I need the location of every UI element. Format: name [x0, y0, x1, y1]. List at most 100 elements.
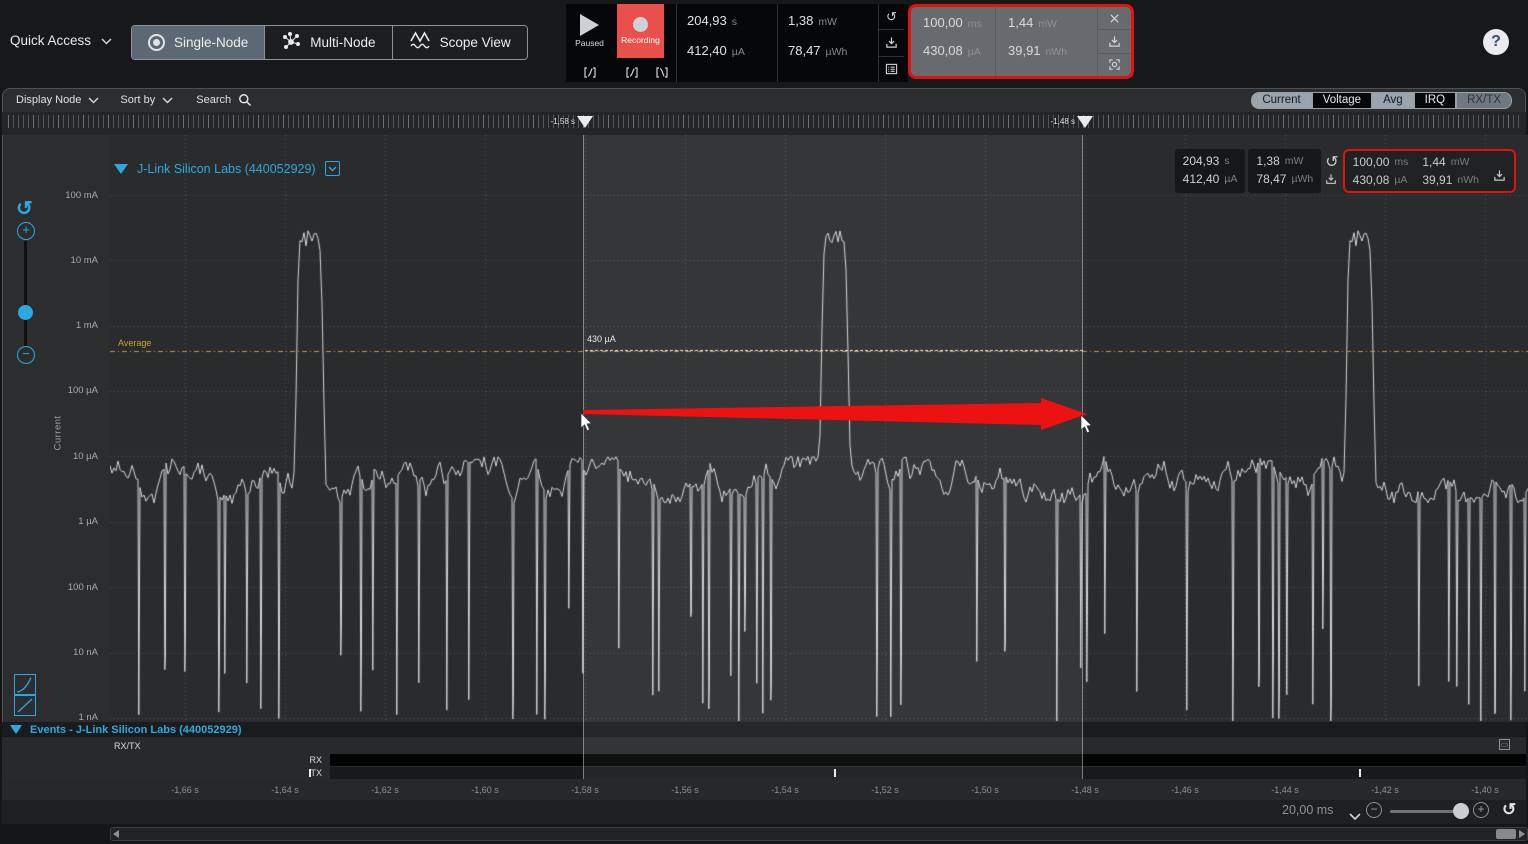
- chart-selection-stats: 100,00ms 430,08µA 1,44mW 39,91nWh: [1343, 149, 1516, 193]
- average-line-label: Average: [118, 338, 151, 348]
- display-node-dropdown[interactable]: Display Node: [16, 94, 98, 106]
- multi-node-icon: [281, 31, 301, 54]
- log-scale-button[interactable]: [14, 674, 36, 695]
- zoom-slider-handle[interactable]: [18, 305, 33, 320]
- measurement-arrow: [581, 397, 1091, 433]
- zoom-out-y-button[interactable]: −: [17, 346, 35, 364]
- export-selection-button[interactable]: [1098, 30, 1131, 53]
- scroll-left-arrow[interactable]: [113, 830, 119, 838]
- events-collapse-icon[interactable]: [10, 725, 22, 734]
- collapse-triangle-icon[interactable]: [114, 164, 128, 174]
- selection-end-marker-label: -1,48 s: [1045, 117, 1075, 126]
- ramp-up-icon[interactable]: [582, 65, 598, 79]
- toggle-rxtx[interactable]: RX/TX: [1456, 92, 1512, 109]
- zoom-out-x-button[interactable]: −: [1366, 802, 1382, 818]
- cursor-icon: [580, 413, 593, 433]
- undo-icon: ↺: [886, 9, 897, 25]
- selection-average-label: 430 µA: [587, 334, 616, 344]
- tx-event-tick: [834, 769, 836, 777]
- toggle-irq[interactable]: IRQ: [1414, 92, 1456, 109]
- y-axis-tick-label: 1 mA: [28, 320, 98, 331]
- search-label: Search: [196, 94, 231, 106]
- search-control[interactable]: Search: [196, 93, 252, 107]
- total-current-value: 412,40: [1183, 172, 1220, 186]
- x-zoom-slider-track[interactable]: [1390, 810, 1456, 813]
- minus-icon: −: [1370, 802, 1377, 816]
- y-axis-tick-label: 100 nA: [28, 582, 98, 593]
- selection-time-unit: ms: [1394, 156, 1408, 168]
- chevron-down-icon: [88, 97, 98, 103]
- toggle-voltage[interactable]: Voltage: [1312, 92, 1372, 109]
- selection-end-marker[interactable]: [1077, 116, 1093, 128]
- node-options-checkbox[interactable]: [325, 161, 340, 176]
- events-title: Events - J-Link Silicon Labs (440052929): [30, 724, 242, 736]
- selection-energy-value: 39,91: [1008, 43, 1041, 58]
- export-icon: [885, 36, 898, 49]
- ramp-up-icon[interactable]: [624, 65, 640, 79]
- sort-by-dropdown[interactable]: Sort by: [120, 94, 172, 106]
- total-time-value: 204,93: [1183, 154, 1220, 168]
- reset-stats-button[interactable]: ↺: [1325, 152, 1338, 172]
- events-minimize-button[interactable]: ▭: [1499, 739, 1510, 750]
- toggle-label: Current: [1262, 94, 1300, 106]
- search-icon: [238, 93, 252, 107]
- x-zoom-slider-handle[interactable]: [1453, 803, 1469, 819]
- time-axis-label: -1,46 s: [1163, 785, 1207, 795]
- plus-icon: +: [1477, 802, 1484, 816]
- scroll-right-arrow[interactable]: [1519, 830, 1525, 838]
- selection-current-unit: µA: [1394, 174, 1407, 186]
- focus-capture-icon: [1108, 58, 1121, 71]
- tab-scope-view[interactable]: Scope View: [393, 26, 527, 59]
- toggle-current[interactable]: Current: [1251, 92, 1311, 109]
- tab-label: Multi-Node: [310, 35, 375, 50]
- reset-stats-button[interactable]: ↺: [879, 4, 904, 30]
- y-axis-tick-label: 10 nA: [28, 647, 98, 658]
- quick-access-menu[interactable]: Quick Access: [10, 33, 111, 48]
- time-axis-label: -1,52 s: [863, 785, 907, 795]
- export-stats-button[interactable]: [1325, 172, 1338, 190]
- notes-button[interactable]: [879, 57, 904, 82]
- close-selection-button[interactable]: [1098, 7, 1131, 30]
- help-button[interactable]: ?: [1483, 29, 1509, 55]
- scrollbar-thumb[interactable]: [1496, 829, 1516, 839]
- zoom-in-x-button[interactable]: +: [1473, 802, 1489, 818]
- export-selection-button[interactable]: [1493, 169, 1506, 187]
- time-axis-label: -1,64 s: [263, 785, 307, 795]
- tab-multi-node[interactable]: Multi-Node: [265, 26, 392, 59]
- toggle-label: IRQ: [1425, 94, 1445, 106]
- time-axis-label: -1,48 s: [1063, 785, 1107, 795]
- toggle-avg[interactable]: Avg: [1372, 92, 1414, 109]
- play-button[interactable]: Paused: [566, 4, 613, 58]
- play-icon: [580, 14, 599, 36]
- sort-by-label: Sort by: [120, 94, 155, 106]
- zoom-in-y-button[interactable]: +: [17, 222, 35, 240]
- chevron-down-icon: [162, 97, 172, 103]
- total-current-unit: µA: [732, 46, 745, 58]
- time-ruler[interactable]: -1,58 s -1,48 s: [2, 112, 1526, 135]
- time-axis-label: -1,56 s: [663, 785, 707, 795]
- linear-scale-button[interactable]: [14, 695, 36, 716]
- y-axis-tick-label: 1 µA: [28, 516, 98, 527]
- undo-icon: ↺: [16, 198, 33, 220]
- selection-start-marker[interactable]: [577, 116, 593, 128]
- time-window-value[interactable]: 20,00 ms: [1282, 803, 1333, 817]
- ramp-down-icon[interactable]: [654, 65, 670, 79]
- total-power-unit: mW: [818, 16, 837, 28]
- reset-zoom-x-button[interactable]: ↺: [1502, 800, 1516, 820]
- zoom-slider-track[interactable]: [24, 241, 27, 347]
- time-axis-label: -1,62 s: [363, 785, 407, 795]
- signal-toggles: Current Voltage Avg IRQ RX/TX: [1251, 92, 1512, 109]
- selection-time-value: 100,00: [1353, 155, 1390, 169]
- export-icon: [1108, 35, 1121, 48]
- undo-icon: ↺: [1325, 154, 1338, 171]
- minus-icon: −: [22, 346, 30, 361]
- horizontal-scrollbar[interactable]: [110, 827, 1528, 841]
- time-axis-label: -1,58 s: [563, 785, 607, 795]
- screenshot-selection-button[interactable]: [1098, 54, 1131, 76]
- tab-single-node[interactable]: Single-Node: [132, 26, 265, 59]
- export-stats-button[interactable]: [879, 30, 904, 56]
- scope-view-icon: [409, 31, 431, 54]
- record-button[interactable]: Recording: [617, 4, 664, 58]
- selection-current-value: 430,08: [1353, 173, 1390, 187]
- close-icon: [1109, 13, 1120, 24]
